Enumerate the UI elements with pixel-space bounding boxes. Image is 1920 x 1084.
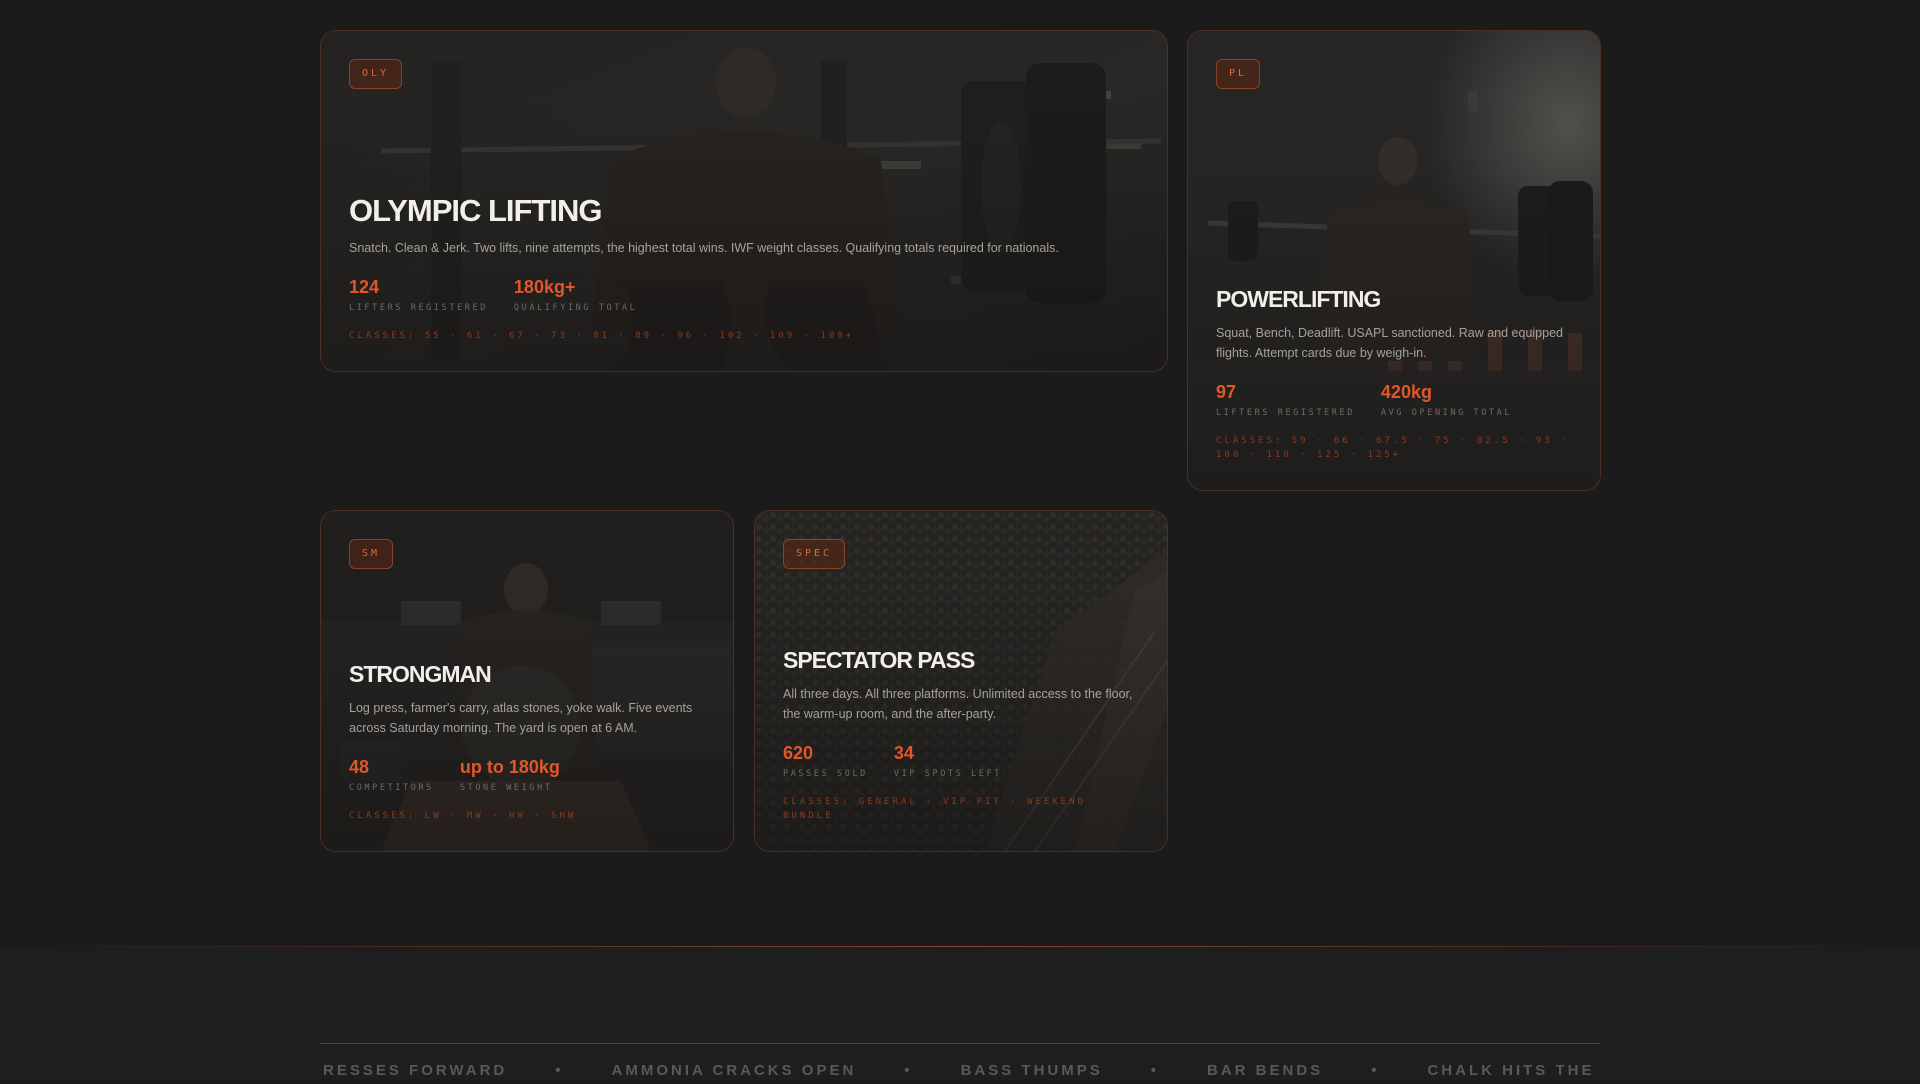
card-description: Log press, farmer's carry, atlas stones,…: [349, 701, 693, 735]
ticker-separator: •: [1371, 1062, 1380, 1079]
stat: 48 COMPETITORS: [349, 756, 434, 793]
stat-value: 124: [349, 277, 380, 297]
ticker-separator: •: [1150, 1062, 1160, 1079]
card-description: Snatch. Clean & Jerk. Two lifts, nine at…: [349, 241, 1059, 255]
stat-label: COMPETITORS: [349, 783, 434, 793]
stat-label: VIP SPOTS LEFT: [893, 769, 1002, 779]
card-content: SPECTATOR PASS All three days. All three…: [783, 649, 1139, 823]
ticker-track: PRESSES FORWARD • AMMONIA CRACKS OPEN • BASS…: [320, 1062, 1600, 1079]
stat-value: 34: [893, 743, 914, 763]
card-content: STRONGMAN Log press, farmer's carry, atl…: [349, 663, 705, 823]
stat-value: 48: [349, 757, 370, 777]
footer: [0, 947, 1920, 1080]
stat: 34 VIP SPOTS LEFT: [894, 742, 1002, 779]
card-title: POWERLIFTING: [1216, 286, 1381, 312]
weight-classes: CLASSES: 59 · 66 · 67.5 · 75 · 82.5 · 93…: [1216, 436, 1570, 460]
card-content: OLYMPIC LIFTING Snatch. Clean & Jerk. Tw…: [349, 195, 1139, 343]
card-description: All three days. All three platforms. Unl…: [783, 687, 1133, 721]
ticker-item: CHALK HITS THE AIR: [1427, 1062, 1600, 1079]
card-title: OLYMPIC LIFTING: [349, 193, 603, 228]
card-title: SPECTATOR PASS: [783, 647, 975, 673]
event-card-spectator-pass[interactable]: SPEC SPECTATOR PASS All three days. All …: [754, 510, 1168, 852]
category-badge: SPEC: [783, 539, 846, 569]
category-badge: SM: [349, 539, 394, 569]
ticker-item: BAR BENDS: [1207, 1062, 1324, 1079]
category-badge: OLY: [349, 59, 403, 89]
ticker-item: PRESSES FORWARD: [320, 1062, 508, 1079]
stat-label: LIFTERS REGISTERED: [349, 303, 488, 313]
category-badge: PL: [1216, 59, 1261, 89]
ticker-item: AMMONIA CRACKS OPEN: [611, 1062, 857, 1079]
event-card-strongman[interactable]: SM STRONGMAN Log press, farmer's carry, …: [320, 510, 734, 852]
card-stats: 620 PASSES SOLD 34 VIP SPOTS LEFT: [783, 742, 1139, 779]
ticker-separator: •: [904, 1062, 913, 1079]
stat: up to 180kg STONE WEIGHT: [460, 756, 560, 793]
stat-label: STONE WEIGHT: [459, 783, 553, 793]
marquee-ticker: PRESSES FORWARD • AMMONIA CRACKS OPEN • BASS…: [320, 1062, 1600, 1084]
event-card-powerlifting[interactable]: PL POWERLIFTING Squat, Bench, Deadlift. …: [1187, 30, 1601, 491]
weight-classes: CLASSES: GENERAL · VIP PIT · WEEKEND BUN…: [783, 797, 1087, 821]
card-stats: 97 LIFTERS REGISTERED 420kg AVG OPENING …: [1216, 381, 1572, 418]
stat-label: PASSES SOLD: [783, 769, 868, 779]
stat-label: QUALIFYING TOTAL: [513, 303, 638, 313]
stat-value: 97: [1216, 382, 1237, 402]
stat-label: LIFTERS REGISTERED: [1216, 408, 1355, 418]
ticker-rule: [320, 1043, 1600, 1044]
stat: 420kg AVG OPENING TOTAL: [1381, 381, 1512, 418]
stat: 180kg+ QUALIFYING TOTAL: [514, 276, 637, 313]
card-description: Squat, Bench, Deadlift. USAPL sanctioned…: [1216, 326, 1563, 360]
card-stats: 48 COMPETITORS up to 180kg STONE WEIGHT: [349, 756, 705, 793]
card-stats: 124 LIFTERS REGISTERED 180kg+ QUALIFYING…: [349, 276, 1139, 313]
weight-classes: CLASSES: 55 · 61 · 67 · 73 · 81 · 89 · 9…: [349, 331, 855, 341]
card-content: POWERLIFTING Squat, Bench, Deadlift. USA…: [1216, 288, 1572, 462]
stat-label: AVG OPENING TOTAL: [1380, 408, 1513, 418]
stat-value: 420kg: [1380, 382, 1432, 402]
card-title: STRONGMAN: [349, 661, 492, 687]
stat: 620 PASSES SOLD: [783, 742, 868, 779]
event-card-olympic-lifting[interactable]: OLY OLYMPIC LIFTING Snatch. Clean & Jerk…: [320, 30, 1168, 372]
stat-value: 620: [783, 743, 814, 763]
weight-classes: CLASSES: LW · MW · HW · SHW: [349, 811, 577, 821]
stat: 124 LIFTERS REGISTERED: [349, 276, 488, 313]
ticker-separator: •: [555, 1062, 564, 1079]
ticker-item: BASS THUMPS: [960, 1062, 1103, 1079]
stat: 97 LIFTERS REGISTERED: [1216, 381, 1355, 418]
stat-value: 180kg+: [513, 277, 576, 297]
stat-value: up to 180kg: [459, 757, 560, 777]
